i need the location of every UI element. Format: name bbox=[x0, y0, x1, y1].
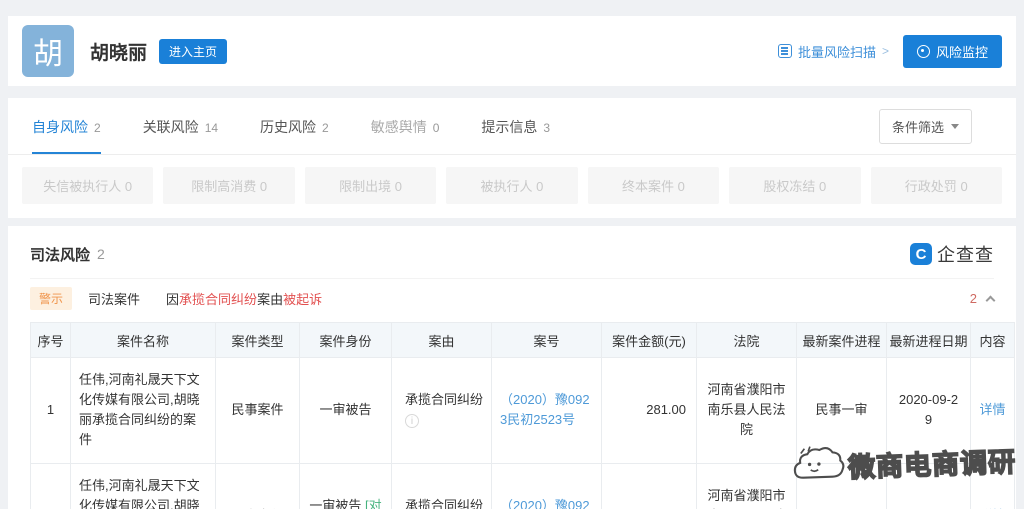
page-title: 胡晓丽 bbox=[90, 38, 147, 65]
cell-progress bbox=[797, 463, 887, 509]
tab-count: 0 bbox=[433, 121, 440, 135]
tab-label: 关联风险 bbox=[143, 117, 199, 137]
cell-case-number: （2020）豫0923民初2523号 bbox=[492, 358, 602, 464]
cell-progress: 民事一审 bbox=[797, 358, 887, 464]
section-header: 司法风险 2 C 企查查 bbox=[30, 226, 994, 278]
monitor-icon bbox=[917, 45, 930, 58]
batch-scan-icon bbox=[778, 44, 792, 58]
table-header-row: 序号 案件名称 案件类型 案件身份 案由 案号 案件金额(元) 法院 最新案件进… bbox=[31, 323, 1015, 358]
tab-label: 提示信息 bbox=[481, 117, 537, 137]
cell-content: 详情 bbox=[971, 463, 1015, 509]
cell-no: 1 bbox=[31, 358, 71, 464]
tab-related-risk[interactable]: 关联风险 14 bbox=[143, 98, 218, 154]
risk-tabs-card: 自身风险 2 关联风险 14 历史风险 2 敏感舆情 0 提示信息 3 条件筛选… bbox=[8, 98, 1016, 218]
header-actions: 批量风险扫描 > 风险监控 bbox=[778, 35, 1002, 68]
batch-risk-scan-link[interactable]: 批量风险扫描 > bbox=[778, 42, 889, 61]
col-case-name: 案件名称 bbox=[71, 323, 216, 358]
caret-down-icon bbox=[951, 124, 959, 129]
col-progress-date: 最新进程日期 bbox=[887, 323, 971, 358]
judicial-case-alert: 警示 司法案件 因承揽合同纠纷案由被起诉 2 bbox=[30, 278, 994, 322]
col-progress: 最新案件进程 bbox=[797, 323, 887, 358]
alert-right: 2 bbox=[970, 291, 994, 306]
tab-sensitive-news[interactable]: 敏感舆情 0 bbox=[371, 98, 440, 154]
risk-chip-row: 失信被执行人 0 限制高消费 0 限制出境 0 被执行人 0 终本案件 0 股权… bbox=[8, 155, 1016, 218]
tab-self-risk[interactable]: 自身风险 2 bbox=[32, 98, 101, 154]
chip-terminated-case[interactable]: 终本案件 0 bbox=[588, 167, 719, 204]
tab-count: 14 bbox=[205, 121, 218, 135]
cell-progress-date: 2020-06-1 bbox=[887, 463, 971, 509]
cell-content: 详情 bbox=[971, 358, 1015, 464]
cell-case-name: 任伟,河南礼晟天下文化传媒有限公司,胡晓丽承揽合同纠纷的案件 bbox=[71, 463, 216, 509]
tab-count: 3 bbox=[543, 121, 550, 135]
chip-admin-penalty[interactable]: 行政处罚 0 bbox=[871, 167, 1002, 204]
cell-case-role: 一审被告 bbox=[300, 358, 392, 464]
section-count: 2 bbox=[97, 246, 105, 262]
profile-header: 胡 胡晓丽 进入主页 批量风险扫描 > 风险监控 bbox=[8, 16, 1016, 86]
cell-court: 河南省濮阳市南乐县人民法院 bbox=[697, 358, 797, 464]
cell-progress-date: 2020-09-29 bbox=[887, 358, 971, 464]
chevron-up-icon[interactable] bbox=[986, 295, 996, 305]
cell-case-name: 任伟,河南礼晟天下文化传媒有限公司,胡晓丽承揽合同纠纷的案件 bbox=[71, 358, 216, 464]
cell-cause: 承揽合同纠纷 i bbox=[392, 463, 492, 509]
enter-homepage-button[interactable]: 进入主页 bbox=[159, 39, 227, 64]
filter-label: 条件筛选 bbox=[892, 117, 944, 136]
tab-label: 历史风险 bbox=[260, 117, 316, 137]
col-case-number: 案号 bbox=[492, 323, 602, 358]
col-case-role: 案件身份 bbox=[300, 323, 392, 358]
chip-exit-restriction[interactable]: 限制出境 0 bbox=[305, 167, 436, 204]
cell-amount: - bbox=[602, 463, 697, 509]
col-content: 内容 bbox=[971, 323, 1015, 358]
col-court: 法院 bbox=[697, 323, 797, 358]
case-table: 序号 案件名称 案件类型 案件身份 案由 案号 案件金额(元) 法院 最新案件进… bbox=[30, 322, 1015, 509]
cell-case-type: 民事案件 bbox=[216, 463, 300, 509]
filter-area: 条件筛选 bbox=[879, 98, 992, 154]
chip-dishonest-executee[interactable]: 失信被执行人 0 bbox=[22, 167, 153, 204]
tab-label: 敏感舆情 bbox=[371, 117, 427, 137]
batch-scan-label: 批量风险扫描 bbox=[798, 42, 876, 61]
tab-hint-info[interactable]: 提示信息 3 bbox=[481, 98, 550, 154]
tab-label: 自身风险 bbox=[32, 117, 88, 137]
col-case-type: 案件类型 bbox=[216, 323, 300, 358]
tab-count: 2 bbox=[322, 121, 329, 135]
tab-history-risk[interactable]: 历史风险 2 bbox=[260, 98, 329, 154]
table-row: 1 任伟,河南礼晟天下文化传媒有限公司,胡晓丽承揽合同纠纷的案件 民事案件 一审… bbox=[31, 358, 1015, 464]
risk-monitor-label: 风险监控 bbox=[936, 42, 988, 61]
cause-link[interactable]: 承揽合同纠纷 bbox=[179, 292, 257, 307]
risk-monitor-button[interactable]: 风险监控 bbox=[903, 35, 1002, 68]
case-number-link[interactable]: （2020）豫0923民初1166号 bbox=[500, 496, 593, 509]
chevron-right-icon: > bbox=[882, 44, 889, 58]
detail-link[interactable]: 详情 bbox=[979, 400, 1005, 420]
qichacha-logo-icon: C bbox=[910, 243, 932, 265]
alert-description: 因承揽合同纠纷案由被起诉 bbox=[166, 289, 322, 308]
tab-bar: 自身风险 2 关联风险 14 历史风险 2 敏感舆情 0 提示信息 3 条件筛选 bbox=[8, 98, 1016, 155]
col-cause: 案由 bbox=[392, 323, 492, 358]
cell-cause: 承揽合同纠纷 i bbox=[392, 358, 492, 464]
cell-case-role: 一审被告 [对方不被支持] bbox=[300, 463, 392, 509]
col-amount: 案件金额(元) bbox=[602, 323, 697, 358]
cell-no: 2 bbox=[31, 463, 71, 509]
judicial-risk-section: 司法风险 2 C 企查查 警示 司法案件 因承揽合同纠纷案由被起诉 2 序号 案… bbox=[8, 226, 1016, 509]
chip-executee[interactable]: 被执行人 0 bbox=[446, 167, 577, 204]
info-icon[interactable]: i bbox=[405, 414, 419, 428]
chip-consumption-restriction[interactable]: 限制高消费 0 bbox=[163, 167, 294, 204]
section-title: 司法风险 bbox=[30, 244, 90, 265]
case-number-link[interactable]: （2020）豫0923民初2523号 bbox=[500, 390, 593, 430]
qichacha-brand: C 企查查 bbox=[910, 241, 994, 267]
condition-filter-button[interactable]: 条件筛选 bbox=[879, 109, 972, 144]
avatar: 胡 bbox=[22, 25, 74, 77]
chip-equity-freeze[interactable]: 股权冻结 0 bbox=[729, 167, 860, 204]
cell-case-type: 民事案件 bbox=[216, 358, 300, 464]
cell-amount: 281.00 bbox=[602, 358, 697, 464]
table-row: 2 任伟,河南礼晟天下文化传媒有限公司,胡晓丽承揽合同纠纷的案件 民事案件 一审… bbox=[31, 463, 1015, 509]
alert-count: 2 bbox=[970, 291, 977, 306]
sued-link[interactable]: 被起诉 bbox=[283, 292, 322, 307]
qichacha-logo-text: 企查查 bbox=[937, 241, 994, 267]
warning-badge: 警示 bbox=[30, 287, 72, 310]
tab-count: 2 bbox=[94, 121, 101, 135]
cell-case-number: （2020）豫0923民初1166号 bbox=[492, 463, 602, 509]
col-no: 序号 bbox=[31, 323, 71, 358]
cell-court: 河南省濮阳市南乐县人民法院 bbox=[697, 463, 797, 509]
alert-category: 司法案件 bbox=[88, 289, 140, 308]
